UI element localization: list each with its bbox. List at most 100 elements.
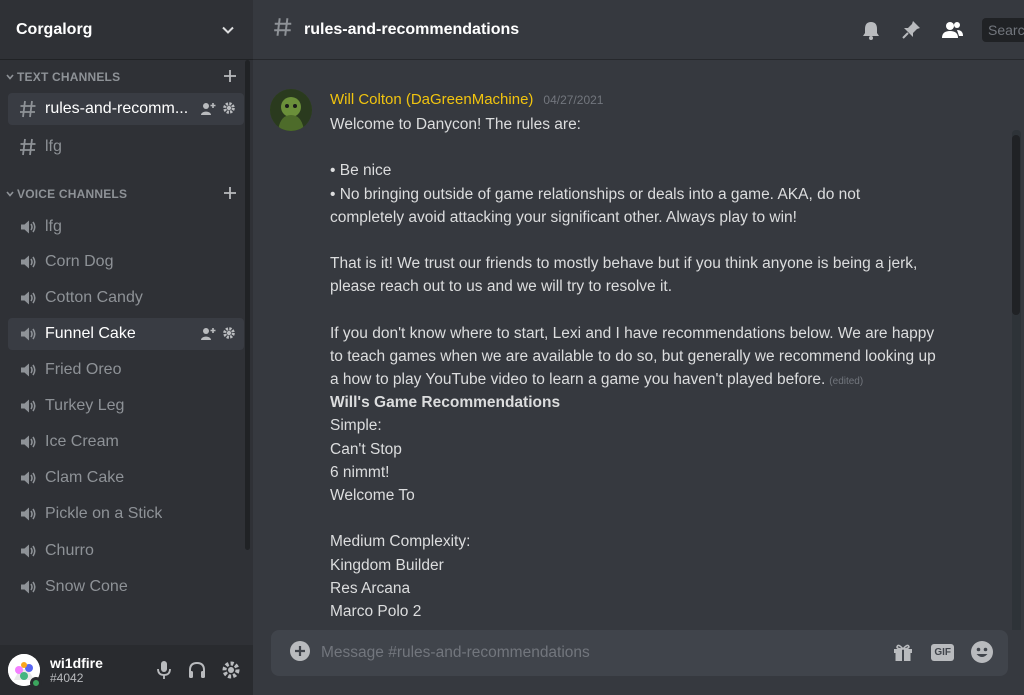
upload-plus-icon[interactable] [289, 640, 311, 667]
channel-name: Fried Oreo [45, 361, 122, 378]
edited-label: (edited) [829, 376, 864, 388]
recommendation-line: Welcome To [330, 487, 415, 504]
message-composer[interactable]: Message #rules-and-recommendations GIF [271, 630, 1008, 676]
message-line [330, 229, 970, 252]
pin-icon[interactable] [900, 19, 922, 41]
channel-lfg[interactable]: lfg [8, 131, 244, 163]
recommendation-line: Medium Complexity: [330, 533, 471, 551]
channel-name: Clam Cake [45, 469, 125, 486]
channel-rules-and-recommendations[interactable]: rules-and-recomm... [8, 93, 244, 125]
username: wi1dfire [50, 655, 103, 671]
voice-channel-active[interactable]: Funnel Cake [8, 318, 244, 350]
sidebar-scrollbar[interactable] [245, 60, 250, 550]
message-line [330, 299, 970, 322]
guild-name: Corgalorg [16, 20, 93, 38]
speaker-icon [17, 251, 39, 273]
invite-icon[interactable] [200, 101, 216, 117]
speaker-icon [17, 540, 39, 562]
hash-icon [17, 98, 39, 120]
channel-list: TEXT CHANNELS rules-and-recomm... lfg VO… [0, 60, 253, 645]
voice-channel[interactable]: Ice Cream [8, 426, 244, 458]
speaker-icon [17, 431, 39, 453]
message-line: a how to play YouTube video to learn a g… [330, 371, 826, 389]
speaker-icon [17, 467, 39, 489]
chevron-down-icon[interactable] [221, 23, 235, 37]
headphones-icon[interactable] [187, 660, 207, 680]
message-line: • No bringing outside of game relationsh… [330, 185, 861, 203]
channel-name: Corn Dog [45, 253, 114, 270]
category-label: TEXT CHANNELS [17, 70, 121, 84]
message-scrollbar[interactable] [1012, 135, 1020, 315]
voice-channel[interactable]: Pickle on a Stick [8, 498, 244, 530]
category-voice-channels[interactable]: VOICE CHANNELS [0, 184, 253, 204]
recommendation-line: Kingdom Builder [330, 556, 444, 574]
channel-sidebar: Corgalorg TEXT CHANNELS rules-and-recomm… [0, 0, 253, 695]
gear-icon[interactable] [222, 101, 236, 115]
gif-button[interactable]: GIF [931, 643, 954, 661]
message-input[interactable]: Message #rules-and-recommendations [321, 644, 590, 662]
channel-name: Pickle on a Stick [45, 505, 163, 522]
message-line-edited: a how to play YouTube video to learn a g… [330, 368, 970, 391]
voice-channel[interactable]: Corn Dog [8, 246, 244, 278]
voice-channel[interactable]: lfg [8, 211, 244, 243]
message-timestamp: 04/27/2021 [543, 93, 604, 107]
microphone-icon[interactable] [155, 660, 173, 680]
avatar[interactable] [270, 89, 312, 131]
members-icon[interactable] [940, 19, 964, 41]
voice-channel[interactable]: Turkey Leg [8, 390, 244, 422]
voice-channel[interactable]: Churro [8, 535, 244, 567]
invite-icon[interactable] [200, 326, 216, 342]
speaker-icon [17, 395, 39, 417]
speaker-icon [17, 503, 39, 525]
message-line: completely avoid attacking your signific… [330, 208, 797, 226]
voice-channel[interactable]: Clam Cake [8, 462, 244, 494]
voice-channel[interactable]: Cotton Candy [8, 282, 244, 314]
channel-name: lfg [45, 138, 62, 155]
search-input[interactable]: Search [982, 18, 1024, 42]
message-line [330, 136, 970, 159]
channel-name: Turkey Leg [45, 397, 125, 414]
gift-icon[interactable] [891, 640, 915, 664]
recommendation-line: Res Arcana [330, 579, 411, 597]
speaker-icon [17, 216, 39, 238]
channel-name: Snow Cone [45, 578, 128, 595]
channel-name: lfg [45, 218, 62, 235]
message-line: Welcome to Danycon! The rules are: [330, 116, 581, 133]
add-channel-icon[interactable] [223, 186, 237, 200]
message-list: Will Colton (DaGreenMachine) 04/27/2021 … [253, 60, 1024, 630]
voice-channel[interactable]: Snow Cone [8, 571, 244, 603]
recommendation-line [330, 507, 970, 530]
category-text-channels[interactable]: TEXT CHANNELS [0, 67, 253, 87]
message-line: please reach out to us and we will try t… [330, 278, 673, 296]
add-channel-icon[interactable] [223, 69, 237, 83]
speaker-icon [17, 359, 39, 381]
gear-icon[interactable] [221, 660, 241, 680]
channel-name: Funnel Cake [45, 325, 136, 342]
hash-icon [17, 136, 39, 158]
gear-icon[interactable] [222, 326, 236, 340]
speaker-icon [17, 576, 39, 598]
channel-name: Cotton Candy [45, 289, 143, 306]
voice-channel[interactable]: Fried Oreo [8, 354, 244, 386]
recommendations-title: Will's Game Recommendations [330, 394, 561, 412]
message-content: Welcome to Danycon! The rules are: • Be … [330, 113, 970, 623]
hash-icon [272, 16, 294, 43]
guild-header[interactable]: Corgalorg [0, 0, 253, 60]
message-line: If you don't know where to start, Lexi a… [330, 324, 935, 342]
user-panel: wi1dfire #4042 [0, 645, 253, 695]
message-line: to teach games when we are available to … [330, 347, 936, 365]
emoji-icon[interactable] [970, 640, 994, 664]
message-line: That is it! We trust our friends to most… [330, 255, 918, 273]
channel-name: rules-and-recomm... [45, 100, 189, 117]
channel-header: rules-and-recommendations Search [253, 0, 1024, 60]
user-tag: #4042 [50, 671, 84, 685]
recommendation-line: Marco Polo 2 [330, 602, 422, 620]
bell-icon[interactable] [860, 19, 882, 41]
channel-name: Churro [45, 542, 94, 559]
channel-name: Ice Cream [45, 433, 119, 450]
chevron-down-icon [6, 191, 14, 197]
status-online-indicator [30, 677, 42, 689]
message-line: • Be nice [330, 162, 392, 180]
recommendation-line: Simple: [330, 417, 382, 435]
message-author[interactable]: Will Colton (DaGreenMachine) [330, 91, 533, 108]
